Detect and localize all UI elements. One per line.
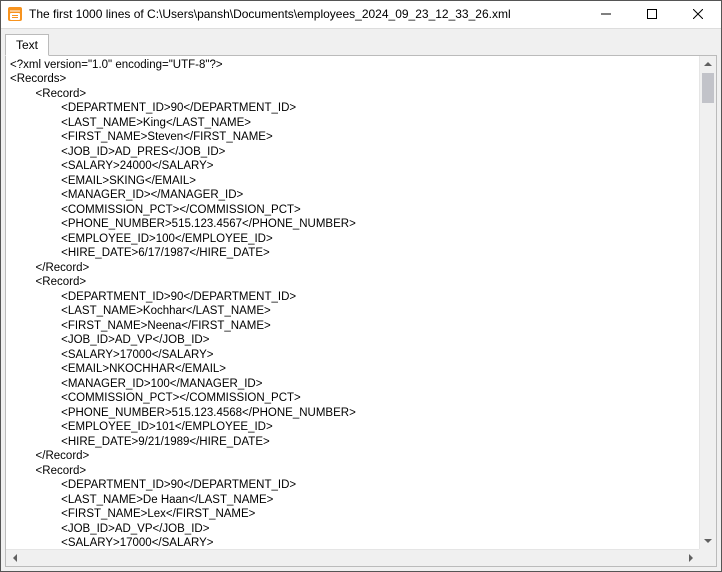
window-title: The first 1000 lines of C:\Users\pansh\D… [29, 7, 583, 21]
scroll-corner [699, 549, 716, 566]
maximize-button[interactable] [629, 1, 675, 28]
scroll-right-button[interactable] [682, 550, 699, 566]
window-controls [583, 1, 721, 28]
close-button[interactable] [675, 1, 721, 28]
vertical-scrollbar[interactable] [699, 56, 716, 549]
xml-text[interactable]: <?xml version="1.0" encoding="UTF-8"?> <… [6, 56, 716, 566]
app-icon [7, 6, 23, 22]
horizontal-scrollbar[interactable] [6, 549, 716, 566]
scroll-left-button[interactable] [6, 550, 23, 566]
titlebar[interactable]: The first 1000 lines of C:\Users\pansh\D… [1, 1, 721, 29]
vertical-scroll-thumb[interactable] [702, 73, 714, 103]
text-viewport[interactable]: <?xml version="1.0" encoding="UTF-8"?> <… [6, 56, 716, 566]
vertical-scroll-track[interactable] [700, 73, 716, 532]
app-window: The first 1000 lines of C:\Users\pansh\D… [0, 0, 722, 572]
content-area: <?xml version="1.0" encoding="UTF-8"?> <… [5, 55, 717, 567]
minimize-button[interactable] [583, 1, 629, 28]
scroll-down-button[interactable] [700, 532, 716, 549]
scroll-up-button[interactable] [700, 56, 716, 73]
tab-text[interactable]: Text [5, 34, 49, 56]
tabstrip: Text [1, 29, 721, 55]
